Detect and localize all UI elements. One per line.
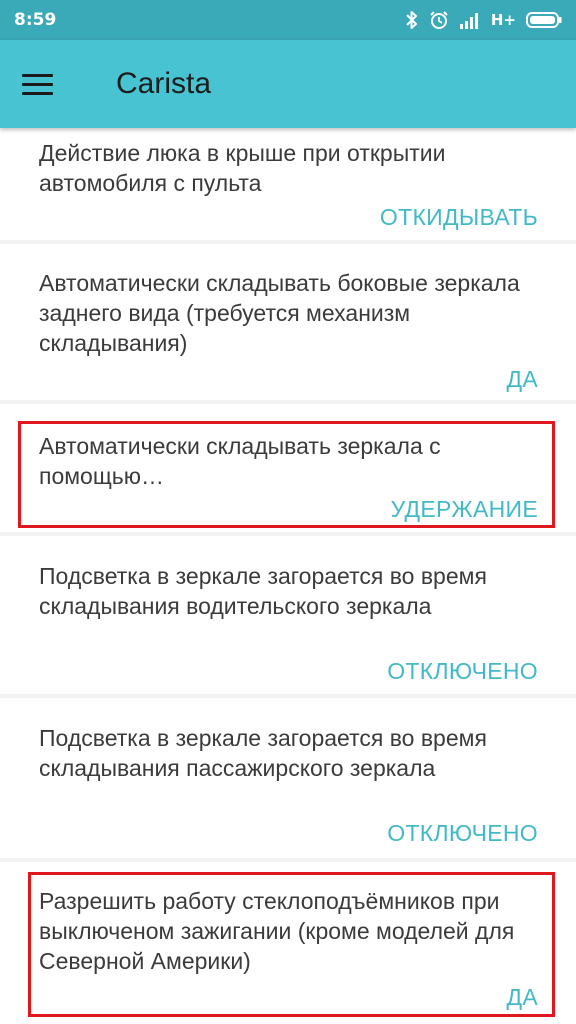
setting-label: Разрешить работу стеклоподъёмников при в… (39, 888, 515, 974)
status-time: 8:59 (14, 10, 57, 30)
setting-value: ОТКЛЮЧЕНО (387, 658, 538, 684)
bluetooth-icon (405, 10, 419, 30)
battery-icon (526, 11, 562, 29)
setting-value: ОТКЛЮЧЕНО (387, 820, 538, 846)
signal-icon (459, 11, 481, 29)
status-bar: 8:59 H+ (0, 0, 576, 40)
setting-value: УДЕРЖАНИЕ (390, 496, 538, 522)
setting-value: ДА (506, 366, 538, 392)
setting-label: Автоматически складывать зеркала с помощ… (39, 433, 441, 489)
setting-value: ДА (506, 984, 538, 1010)
setting-label: Действие люка в крыше при открытии автом… (39, 140, 446, 196)
setting-item-driver-mirror-light[interactable]: Подсветка в зеркале загорается во время … (0, 536, 576, 694)
settings-list[interactable]: Действие люка в крыше при открытии автом… (0, 128, 576, 1024)
setting-item-sunroof[interactable]: Действие люка в крыше при открытии автом… (0, 128, 576, 240)
setting-label: Автоматически складывать боковые зеркала… (39, 270, 520, 356)
setting-item-passenger-mirror-light[interactable]: Подсветка в зеркале загорается во время … (0, 698, 576, 858)
app-title: Carista (116, 67, 212, 100)
setting-value: ОТКИДЫВАТЬ (379, 204, 538, 230)
setting-item-fold-mirrors-method[interactable]: Автоматически складывать зеркала с помощ… (0, 404, 576, 532)
setting-item-windows-ignition-off[interactable]: Разрешить работу стеклоподъёмников при в… (0, 862, 576, 1024)
status-icons: H+ (405, 10, 562, 30)
setting-label: Подсветка в зеркале загорается во время … (39, 725, 487, 781)
setting-item-auto-fold-mirrors[interactable]: Автоматически складывать боковые зеркала… (0, 244, 576, 400)
network-type: H+ (490, 11, 516, 29)
app-bar: Carista (0, 40, 576, 128)
setting-label: Подсветка в зеркале загорается во время … (39, 563, 487, 619)
hamburger-menu-icon[interactable] (22, 66, 62, 102)
alarm-icon (429, 10, 449, 30)
